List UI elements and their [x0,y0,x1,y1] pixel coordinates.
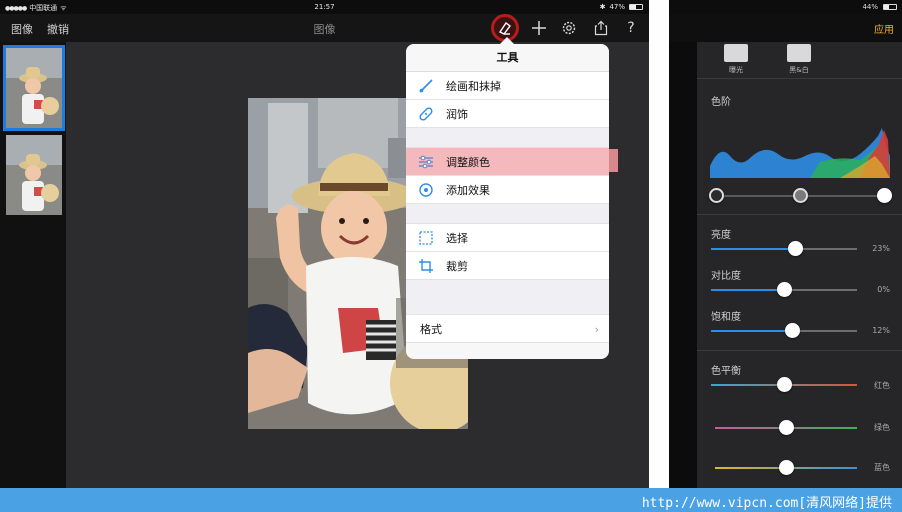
levels-histogram [710,128,890,178]
menu-separator [406,204,609,224]
filter-thumbnail-bw[interactable] [787,44,811,62]
brush-icon [418,78,434,94]
brightness-label: 亮度 [711,230,731,241]
menu-item-paint-erase[interactable]: 绘画和抹掉 [406,72,609,100]
right-ipad-screen: 44% 应用 曝光 黑&白 色阶 亮度 23% 对比度 0% 饱和度 12% 色… [669,0,902,488]
levels-white-point-knob[interactable] [876,188,892,203]
help-button[interactable]: ? [620,17,642,39]
menu-item-select[interactable]: 选择 [406,224,609,252]
levels-black-point-knob[interactable] [708,188,724,203]
saturation-value: 12% [872,326,890,335]
adjust-color-panel: 曝光 黑&白 色阶 亮度 23% 对比度 0% 饱和度 12% 色平衡 红色 绿… [697,42,902,488]
filter-label: 曝光 [729,66,743,74]
sliders-icon [418,154,434,170]
menu-item-add-effects[interactable]: 添加效果 [406,176,609,204]
red-balance-label: 红色 [874,381,890,390]
red-balance-slider-knob[interactable] [776,377,792,392]
bluetooth-icon: ✱ [599,3,606,11]
contrast-value: 0% [877,285,890,294]
battery-icon [629,4,643,10]
clock: 21:57 [314,3,335,11]
image-thumbnail-selected[interactable] [3,45,65,131]
divider [697,214,902,215]
brightness-slider-track[interactable] [711,248,857,250]
menu-item-label: 调整颜色 [446,155,490,169]
menu-item-adjust-color[interactable]: 调整颜色 [406,148,609,176]
watermark-text: http://www.vipcn.com[清风网络]提供 [641,496,892,511]
divider [697,350,902,351]
watermark-footer: http://www.vipcn.com[清风网络]提供 [0,488,902,512]
filter-thumbnail-exposure[interactable] [724,44,748,62]
menu-item-format[interactable]: 格式 › [406,315,609,343]
green-balance-slider-knob[interactable] [778,420,794,435]
menu-item-label: 裁剪 [446,259,468,273]
status-bar: ●●●●● 中国联通 ᯤ 21:57 ✱ 47% [0,0,649,14]
effects-icon [418,182,434,198]
brightness-value: 23% [872,244,890,253]
add-button[interactable] [528,17,550,39]
battery-icon [883,4,897,10]
image-browser-strip [669,42,697,488]
green-balance-label: 绿色 [874,423,890,432]
menu-item-crop[interactable]: 裁剪 [406,252,609,280]
tools-icon [498,21,511,35]
selection-icon [418,230,434,246]
filter-label: 黑&白 [789,66,809,74]
settings-button[interactable] [558,17,580,39]
top-toolbar: 图像 撤销 图像 ? [0,14,649,42]
saturation-slider-knob[interactable] [785,323,801,338]
menu-separator [406,280,609,315]
blue-balance-label: 蓝色 [874,463,890,472]
gear-icon [562,21,576,35]
screen-divider [649,0,669,488]
highlight-overflow [609,149,618,172]
menu-item-retouch[interactable]: 润饰 [406,100,609,128]
chevron-right-icon: › [594,323,599,336]
menu-item-label: 格式 [420,322,442,336]
help-icon: ? [627,20,635,36]
battery-percent: 44% [862,3,878,11]
divider [697,78,902,79]
menu-separator [406,128,609,148]
share-icon [594,20,608,36]
saturation-slider-track[interactable] [711,330,857,332]
left-ipad-screen: ●●●●● 中国联通 ᯤ 21:57 ✱ 47% 图像 撤销 图像 ? 工具 绘… [0,0,649,488]
popover-title: 工具 [406,44,609,72]
menu-item-label: 选择 [446,231,468,245]
battery-percent: 47% [609,3,625,11]
blue-balance-slider-knob[interactable] [778,460,794,475]
tools-popover: 工具 绘画和抹掉 润饰 调整颜色 添加效果 选择 裁剪 格式 › [406,44,609,359]
levels-label: 色阶 [711,97,731,108]
contrast-label: 对比度 [711,271,741,282]
contrast-slider-knob[interactable] [776,282,792,297]
top-toolbar: 应用 [669,14,902,42]
crop-icon [418,258,434,274]
share-button[interactable] [590,17,612,39]
color-balance-label: 色平衡 [711,366,741,377]
menu-item-label: 润饰 [446,107,468,121]
page-title: 图像 [313,23,336,36]
plus-icon [532,21,546,35]
brightness-slider-knob[interactable] [788,241,804,256]
menu-item-label: 绘画和抹掉 [446,79,501,93]
levels-midpoint-knob[interactable] [792,188,808,203]
menu-item-label: 添加效果 [446,183,490,197]
bandage-icon [418,106,434,122]
apply-button[interactable]: 应用 [874,21,894,36]
image-browser-strip [0,42,66,488]
status-bar: 44% [669,0,902,14]
image-thumbnail[interactable] [6,135,62,215]
saturation-label: 饱和度 [711,312,741,323]
